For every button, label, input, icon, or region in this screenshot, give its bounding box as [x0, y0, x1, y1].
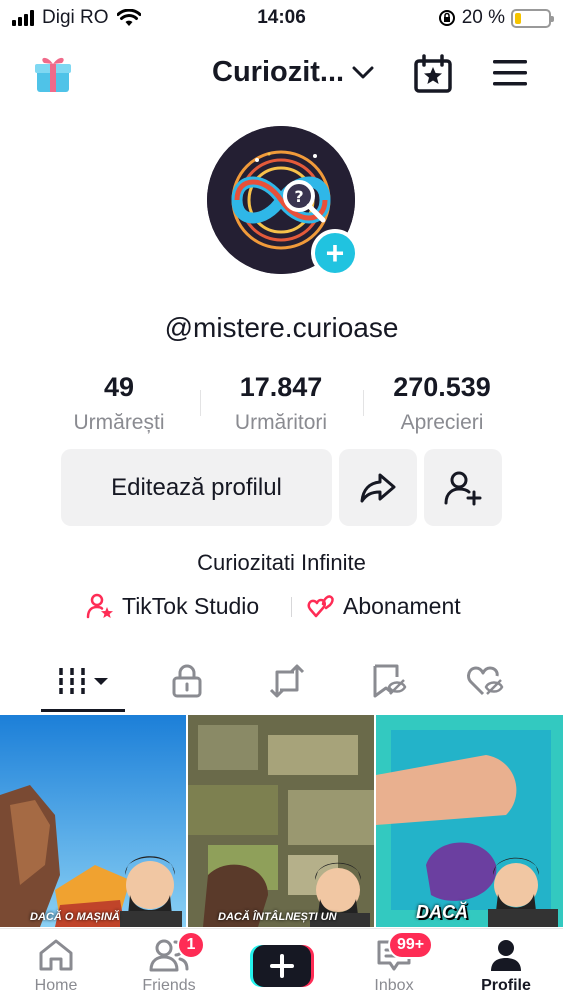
stat-label: Urmăritori [234, 411, 328, 434]
menu-icon[interactable] [491, 57, 529, 89]
inbox-badge: 99+ [388, 931, 434, 959]
link-label: TikTok Studio [122, 592, 260, 619]
profile-bio: Curiozitati Infinite [197, 550, 366, 575]
link-label: Abonament [343, 592, 461, 619]
share-icon [360, 473, 396, 502]
create-button[interactable] [250, 945, 314, 987]
stat-following[interactable]: 49 Urmărești [39, 372, 199, 435]
stat-value: 49 [103, 372, 135, 402]
video-thumbnail[interactable]: DACĂ [376, 715, 563, 927]
add-person-icon [444, 471, 482, 505]
friends-badge: 1 [177, 931, 205, 959]
profile-stats: 49 Urmărești 17.847 Urmăritori 270.539 A… [0, 372, 563, 442]
edit-profile-button[interactable]: Editează profilul [61, 449, 332, 526]
tab-private[interactable] [142, 655, 232, 707]
video-preview [0, 715, 186, 927]
active-tab-indicator [41, 709, 125, 712]
svg-text:?: ? [294, 187, 303, 206]
top-nav: Curiozit... [0, 46, 563, 102]
bottom-nav: Home Friends 1 Inbox 99+ Profile [0, 928, 563, 1000]
heart-hidden-icon [467, 666, 504, 696]
battery-percent: 20 % [461, 7, 505, 28]
add-friend-button[interactable] [424, 449, 502, 526]
bookmark-hidden-icon [373, 664, 407, 698]
subscription-link[interactable]: Abonament [307, 592, 461, 620]
video-caption: DACĂ ÎNTÂLNEȘTI UN [218, 911, 337, 923]
status-bar: Digi RO 14:06 20 % [0, 0, 563, 38]
stat-value: 17.847 [239, 372, 323, 402]
content-tabs [0, 655, 563, 713]
video-caption: DACĂ [416, 902, 468, 922]
video-grid: DACĂ O MAȘINĂ DACĂ ÎNTÂLNEȘTI UN DACĂ [0, 715, 563, 927]
stat-likes[interactable]: 270.539 Aprecieri [362, 372, 522, 435]
tab-liked[interactable] [441, 655, 531, 707]
tab-videos[interactable] [40, 655, 130, 707]
video-thumbnail[interactable]: DACĂ O MAȘINĂ [0, 715, 186, 927]
nav-label: Friends [142, 977, 196, 994]
home-icon [39, 939, 73, 971]
video-thumbnail[interactable]: DACĂ ÎNTÂLNEȘTI UN [188, 715, 374, 927]
nav-label: Home [34, 977, 78, 994]
repost-icon [269, 664, 305, 698]
tab-reposts[interactable] [242, 655, 332, 707]
person-star-icon [86, 593, 113, 619]
gift-icon[interactable] [34, 54, 72, 94]
nav-profile[interactable]: Profile [461, 937, 551, 995]
stat-followers[interactable]: 17.847 Urmăritori [201, 372, 361, 435]
nav-label: Inbox [374, 977, 414, 994]
nav-home[interactable]: Home [11, 937, 101, 995]
stat-label: Aprecieri [400, 411, 484, 434]
video-preview [376, 715, 563, 927]
stat-label: Urmărești [73, 411, 165, 434]
video-preview [188, 715, 374, 927]
profile-icon [491, 940, 521, 971]
account-switcher[interactable]: Curiozit... [212, 56, 374, 89]
nav-label: Profile [481, 977, 531, 994]
share-profile-button[interactable] [339, 449, 417, 526]
video-caption: DACĂ O MAȘINĂ [30, 911, 120, 923]
tab-favorites[interactable] [343, 655, 433, 707]
profile-handle: @mistere.curioase [164, 312, 399, 343]
profile-links: TikTok Studio Abonament [0, 592, 563, 622]
tiktok-studio-link[interactable]: TikTok Studio [86, 592, 259, 620]
add-avatar-button[interactable]: + [311, 229, 359, 277]
hearts-icon [307, 595, 334, 618]
lock-icon [172, 664, 202, 698]
account-name: Curiozit... [212, 56, 345, 88]
stat-value: 270.539 [393, 372, 491, 402]
calendar-star-icon[interactable] [413, 54, 453, 94]
chevron-down-icon [352, 66, 374, 78]
battery-icon [511, 8, 554, 28]
battery-info: 20 % [438, 7, 554, 29]
grid-icon [59, 668, 108, 694]
rotation-lock-icon [438, 10, 455, 26]
link-divider [291, 597, 292, 617]
